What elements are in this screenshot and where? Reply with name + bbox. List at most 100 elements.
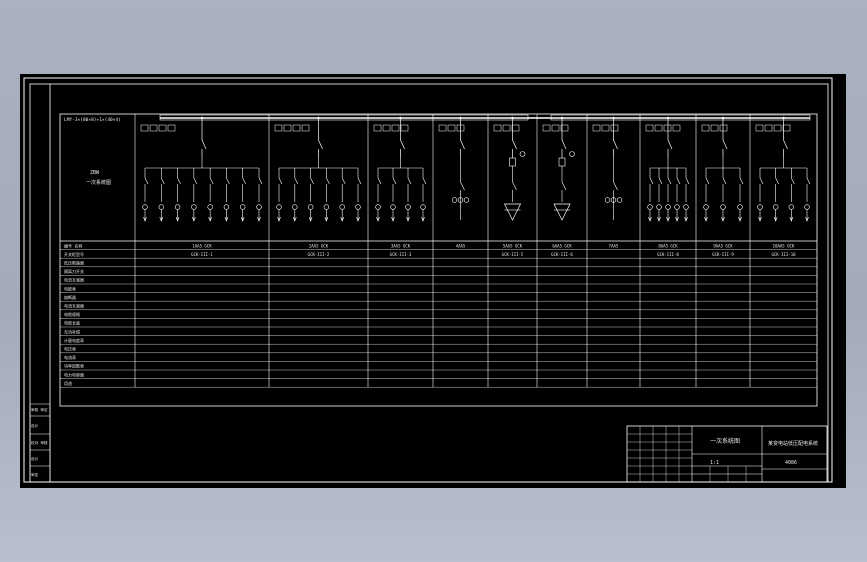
- busbar-label: LMY-3×(80×8)+1×(40×4): [64, 117, 121, 123]
- cabinet-model: GCK-III-2: [308, 252, 330, 257]
- current-transformer: [757, 204, 763, 210]
- branch-switch: [422, 177, 427, 185]
- cabinet-model: GCK-III-8: [657, 252, 679, 257]
- indicator-box: [610, 124, 619, 132]
- indicator-box: [601, 124, 610, 132]
- cabinet-name: 7AA5: [609, 243, 619, 248]
- indicator-box: [719, 124, 728, 132]
- branch-switch: [759, 177, 764, 185]
- current-transformer: [142, 204, 148, 210]
- branch-switch: [806, 177, 811, 185]
- strip-label-3: 设计: [31, 456, 39, 461]
- breaker-contact: [783, 139, 788, 150]
- isolator: [613, 181, 618, 191]
- current-transformer: [737, 204, 743, 210]
- indicator-box: [654, 124, 663, 132]
- drawing-canvas: LMY-3×(80×8)+1×(40×4) ZBW 一次系统图 审核 审定 设计…: [20, 74, 846, 488]
- branch-switch: [278, 177, 283, 185]
- current-transformer: [191, 204, 197, 210]
- indicator-box: [502, 124, 511, 132]
- row-label: 电流互感器: [64, 303, 84, 309]
- breaker-contact: [318, 139, 323, 150]
- current-transformer: [355, 204, 361, 210]
- current-transformer: [292, 204, 298, 210]
- indicator-box: [373, 124, 382, 132]
- busbar-tap: [666, 116, 670, 120]
- inner-frame: [29, 83, 829, 483]
- indicator-box: [542, 124, 551, 132]
- indicator-box: [493, 124, 502, 132]
- contactor: [512, 181, 517, 191]
- branch-switch: [242, 177, 246, 185]
- breaker-contact: [613, 139, 618, 150]
- branch-switch: [357, 177, 362, 185]
- busbar-tap: [560, 116, 564, 120]
- breaker-contact: [512, 139, 517, 150]
- indicator-box: [400, 124, 409, 132]
- indicator-box: [447, 124, 456, 132]
- branch-switch: [377, 177, 382, 185]
- indicator-box: [391, 124, 400, 132]
- branch-switch: [177, 177, 181, 185]
- row-label: 功率因数表: [64, 363, 84, 369]
- branch-switch: [294, 177, 299, 185]
- indicator-box: [511, 124, 520, 132]
- current-transformer: [703, 204, 709, 210]
- indicator-box: [701, 124, 710, 132]
- indicator-box: [301, 124, 310, 132]
- indicator-box: [283, 124, 292, 132]
- current-transformer: [804, 204, 810, 210]
- strip-label-2: 校对 审核: [31, 440, 48, 445]
- cabinet-name: 1AA5 GCK: [192, 243, 212, 248]
- drawing-title: 一次系统图: [710, 437, 740, 445]
- branch-switch: [705, 177, 710, 185]
- cabinet-name: 8AA5 GCK: [658, 243, 678, 248]
- current-transformer: [788, 204, 795, 210]
- branch-switch: [226, 177, 230, 185]
- scale: 1:1: [710, 460, 719, 466]
- title-block-grid: [627, 426, 692, 482]
- indicator-box: [663, 124, 672, 132]
- contactor: [561, 181, 567, 191]
- breaker-contact: [722, 139, 728, 150]
- breaker-contact: [460, 139, 465, 150]
- branch-switch: [676, 177, 681, 185]
- indicator-box: [645, 124, 654, 132]
- current-transformer: [375, 204, 381, 210]
- indicator-box: [158, 124, 167, 132]
- busbar-tap: [511, 116, 514, 120]
- isolator: [460, 181, 465, 191]
- row-label: 电力电容器: [64, 371, 84, 377]
- cabinet-name: 3AA5 GCK: [391, 243, 411, 248]
- cabinet-3: [373, 116, 427, 222]
- current-transformer: [604, 197, 611, 203]
- parameter-table: 编号 名称开关柜型号低压断路器隔离刀开关电流互感器电能表熔断器电流互感器电缆规格…: [60, 240, 817, 388]
- breaker-contact: [561, 139, 567, 150]
- current-transformer: [323, 204, 330, 210]
- row-label: 隔离刀开关: [64, 268, 84, 274]
- current-transformer: [420, 204, 426, 210]
- branch-switch: [791, 177, 795, 185]
- current-transformer: [207, 204, 213, 210]
- current-transformer: [665, 204, 671, 210]
- electrical-drawing: LMY-3×(80×8)+1×(40×4) ZBW 一次系统图 审核 审定 设计…: [23, 77, 833, 483]
- current-transformer: [647, 204, 653, 210]
- current-transformer: [307, 204, 314, 210]
- cabinet-model: GCK-III-1: [191, 252, 213, 257]
- indicator-box: [140, 124, 149, 132]
- cabinet-4: [438, 116, 470, 220]
- row-label: 电缆长度: [64, 320, 80, 326]
- indicator-box: [782, 124, 791, 132]
- cabinet-8: [645, 116, 690, 222]
- cabinet-model: GCK-III-3: [390, 252, 412, 257]
- cabinet-model: GCK-III-5: [502, 252, 524, 257]
- busbar-tap: [317, 116, 320, 120]
- current-transformer: [772, 204, 779, 210]
- row-label: 编号 名称: [64, 242, 82, 248]
- branch-switch: [326, 177, 330, 185]
- outer-frame: [23, 77, 833, 483]
- row-label: 电流表: [64, 354, 76, 360]
- cabinet-model: GCK-III-9: [712, 252, 734, 257]
- cabinet-columns: [134, 114, 811, 388]
- indicator-box: [438, 124, 447, 132]
